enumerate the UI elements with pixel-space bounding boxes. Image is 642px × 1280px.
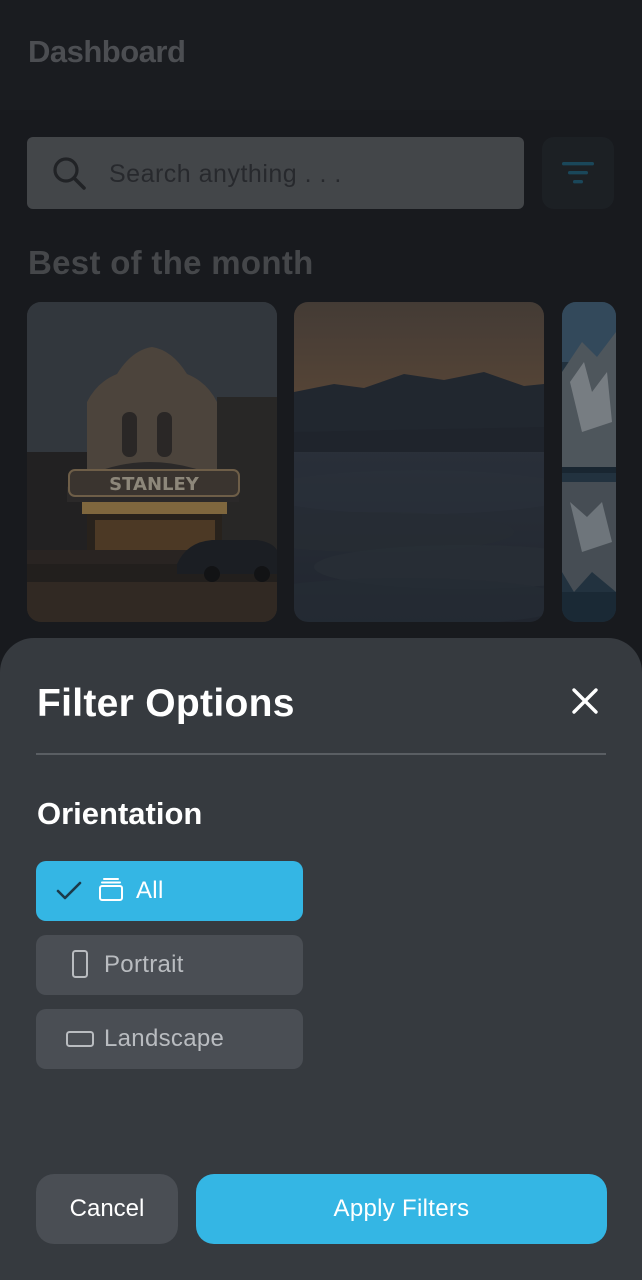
orientation-option-portrait[interactable]: Portrait: [36, 935, 303, 995]
sheet-title: Filter Options: [37, 682, 295, 725]
photo-card-clouds[interactable]: [294, 302, 544, 622]
search-placeholder: Search anything . . .: [109, 160, 342, 188]
stack-icon: [99, 878, 123, 901]
cancel-button[interactable]: Cancel: [36, 1174, 178, 1244]
option-label-all: All: [136, 877, 164, 904]
landscape-icon: [66, 1031, 94, 1047]
mountains-image: [562, 302, 616, 622]
option-label-portrait: Portrait: [104, 951, 184, 978]
theater-image: STANLEY: [27, 302, 277, 622]
photo-card-theater[interactable]: STANLEY: [27, 302, 277, 622]
filter-button[interactable]: [542, 137, 614, 209]
apply-filters-button[interactable]: Apply Filters: [196, 1174, 607, 1244]
card-sign-text: STANLEY: [109, 474, 200, 495]
photo-card-mountains[interactable]: [562, 302, 616, 622]
filter-icon: [562, 162, 594, 184]
top-bar: Dashboard: [0, 0, 642, 110]
search-input[interactable]: Search anything . . .: [27, 137, 524, 209]
option-label-landscape: Landscape: [104, 1025, 225, 1052]
orientation-option-landscape[interactable]: Landscape: [36, 1009, 303, 1069]
portrait-icon: [72, 950, 88, 978]
orientation-option-all[interactable]: All: [36, 861, 303, 921]
close-icon[interactable]: [566, 682, 604, 720]
search-icon: [53, 157, 86, 190]
divider: [36, 753, 606, 755]
orientation-label: Orientation: [37, 796, 203, 831]
section-title: Best of the month: [28, 244, 314, 281]
check-icon: [56, 881, 82, 900]
filter-sheet: Filter Options Orientation All Portrait …: [0, 638, 642, 1280]
page-title: Dashboard: [28, 34, 186, 69]
clouds-image: [294, 302, 544, 622]
